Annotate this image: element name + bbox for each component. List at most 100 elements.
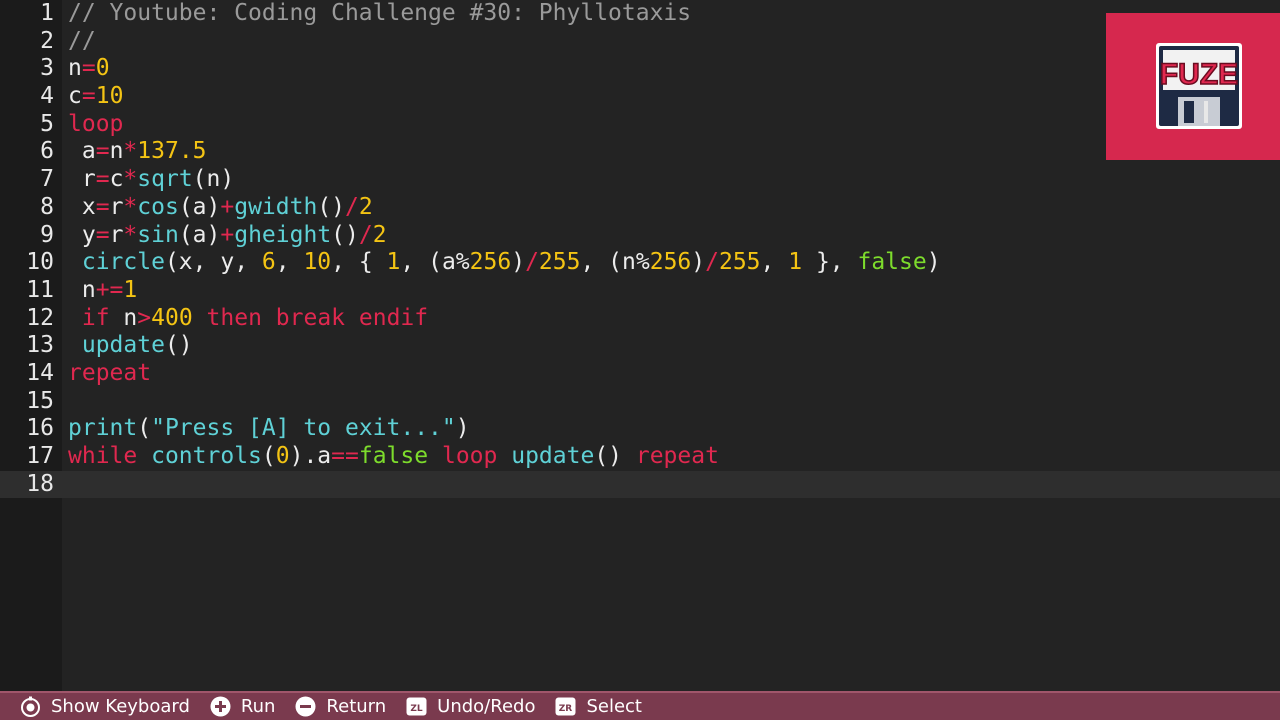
code-token: r — [68, 166, 96, 193]
code-line[interactable]: 5 loop — [0, 111, 1280, 139]
code-token: "Press [A] to exit..." — [151, 415, 456, 442]
code-token: repeat — [635, 443, 719, 469]
code-token: > — [137, 304, 152, 331]
code-token: sqrt — [137, 166, 193, 193]
code-line[interactable]: 6 a=n*137.5 — [0, 138, 1280, 166]
code-token: break — [275, 304, 346, 331]
hint-show-keyboard[interactable]: Show Keyboard — [20, 696, 190, 717]
code-token: y — [68, 221, 96, 248]
code-token: += — [95, 276, 124, 303]
code-token: ) — [511, 249, 526, 276]
code-token: , — [275, 249, 304, 276]
code-token: repeat — [68, 359, 152, 386]
hint-label: Return — [326, 696, 387, 717]
hint-undo-redo[interactable]: ZL Undo/Redo — [406, 696, 535, 717]
code-line[interactable]: 18 — [0, 470, 1280, 499]
code-line[interactable]: 13 update() — [0, 332, 1280, 360]
line-source: x=r*cos(a)+gwidth()/2 — [68, 194, 373, 222]
code-token: n — [109, 304, 138, 331]
code-token: (n) — [192, 166, 235, 193]
line-number: 14 — [26, 359, 54, 386]
line-source: n+=1 — [68, 277, 137, 305]
code-token: if — [81, 304, 110, 331]
code-line[interactable]: 12 if n>400 then break endif — [0, 305, 1280, 333]
code-token: c — [109, 166, 124, 193]
code-line[interactable]: 16 print("Press [A] to exit...") — [0, 415, 1280, 443]
line-source: y=r*sin(a)+gheight()/2 — [68, 222, 387, 250]
code-line[interactable]: 15 — [0, 388, 1280, 416]
code-token: n — [68, 55, 82, 82]
code-token: / — [705, 249, 719, 276]
logo-panel: FUZE — [1106, 13, 1280, 160]
line-source: // Youtube: Coding Challenge #30: Phyllo… — [68, 0, 691, 28]
code-line[interactable]: 10 circle(x, y, 6, 10, { 1, (a%256)/255,… — [0, 249, 1280, 277]
line-number: 9 — [40, 221, 54, 248]
code-token: / — [345, 193, 359, 220]
code-token: 10 — [95, 83, 124, 110]
code-line[interactable]: 11 n+=1 — [0, 277, 1280, 305]
code-token: , { — [331, 249, 387, 276]
line-number: 11 — [26, 276, 54, 303]
code-line[interactable]: 4 c=10 — [0, 83, 1280, 111]
line-number: 12 — [26, 304, 54, 331]
code-token: * — [123, 166, 138, 193]
hint-return[interactable]: Return — [295, 696, 386, 717]
code-token: ) — [926, 249, 941, 276]
code-line[interactable]: 2 // — [0, 28, 1280, 56]
code-token: update — [511, 443, 595, 469]
code-token: (a) — [178, 193, 221, 220]
line-number: 2 — [40, 27, 54, 54]
code-area[interactable]: 1 // Youtube: Coding Challenge #30: Phyll… — [0, 0, 1280, 691]
line-number: 4 — [40, 83, 54, 110]
code-line[interactable]: 9 y=r*sin(a)+gheight()/2 — [0, 222, 1280, 250]
code-token: () — [317, 193, 346, 220]
code-token: (x, y, — [164, 249, 262, 276]
code-token: then — [206, 304, 262, 331]
code-token: while — [68, 443, 138, 469]
code-token: 0 — [275, 443, 290, 469]
code-token: 1 — [788, 249, 803, 276]
code-token: gwidth — [234, 193, 318, 220]
code-token: * — [123, 193, 138, 220]
code-token: }, — [802, 249, 858, 276]
code-line[interactable]: 8 x=r*cos(a)+gwidth()/2 — [0, 194, 1280, 222]
code-token: 255 — [538, 249, 581, 276]
hint-select[interactable]: ZR Select — [555, 696, 642, 717]
line-number: 15 — [26, 387, 54, 414]
code-token: update — [81, 332, 165, 359]
code-line[interactable]: 3 n=0 — [0, 55, 1280, 83]
code-token: n — [68, 276, 96, 303]
code-token: / — [358, 221, 373, 248]
code-token: print — [68, 415, 138, 442]
code-token: ( — [261, 443, 276, 469]
line-source: if n>400 then break endif — [68, 305, 428, 333]
line-source: circle(x, y, 6, 10, { 1, (a%256)/255, (n… — [68, 249, 941, 277]
code-token: c — [68, 83, 82, 110]
code-token: 400 — [151, 304, 193, 331]
code-token: 6 — [261, 249, 276, 276]
code-token: 1 — [386, 249, 401, 276]
code-token: 256 — [469, 249, 512, 276]
code-token: 255 — [718, 249, 761, 276]
code-token: 2 — [358, 193, 373, 220]
line-number: 18 — [26, 470, 54, 497]
code-line[interactable]: 7 r=c*sqrt(n) — [0, 166, 1280, 194]
code-token: a — [68, 138, 96, 165]
code-token: 0 — [95, 55, 110, 82]
code-line[interactable]: 17 while controls(0).a==false loop update… — [0, 443, 1280, 471]
code-token: false — [358, 443, 429, 469]
fuze-floppy-logo: FUZE — [1156, 43, 1242, 129]
code-token: x — [68, 193, 96, 220]
hint-run[interactable]: Run — [210, 696, 275, 717]
zr-icon: ZR — [555, 696, 576, 717]
code-token: () — [164, 332, 193, 359]
code-line[interactable]: 14 repeat — [0, 360, 1280, 388]
code-line[interactable]: 1 // Youtube: Coding Challenge #30: Phyll… — [0, 0, 1280, 28]
code-token: * — [123, 138, 138, 165]
